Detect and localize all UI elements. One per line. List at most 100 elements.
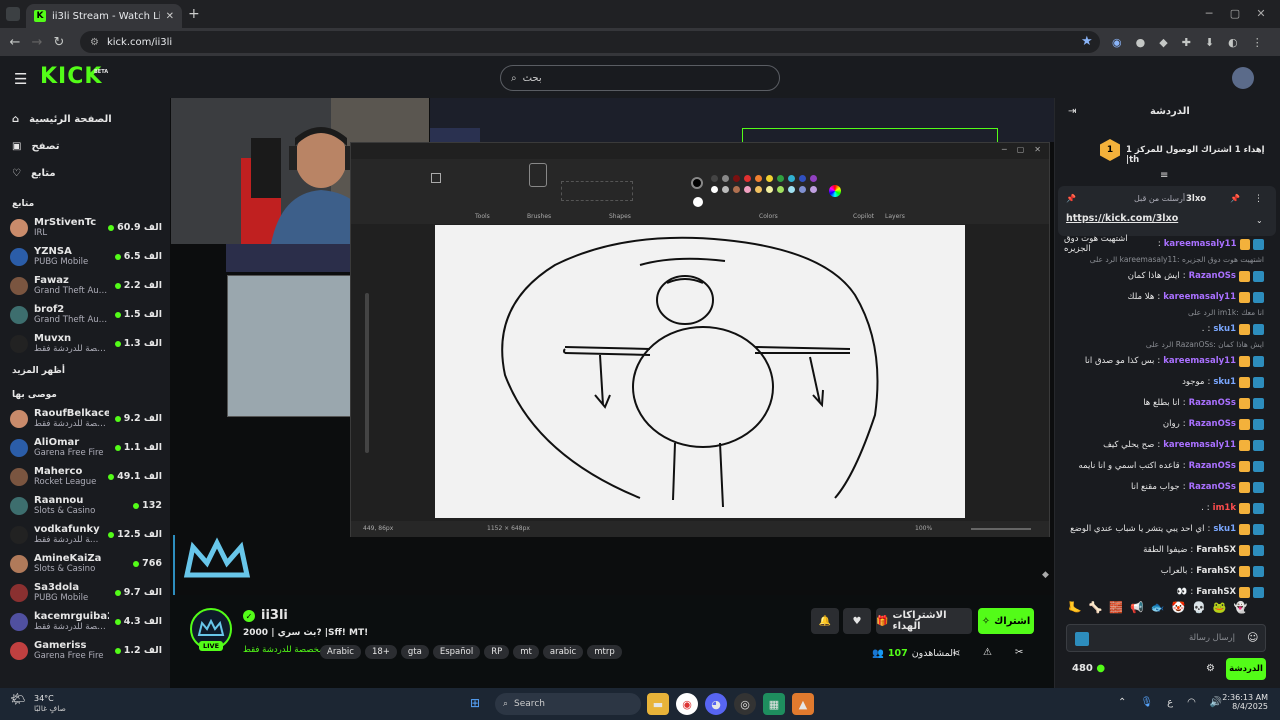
microphone-icon[interactable]: 🎙 xyxy=(1140,697,1153,708)
emote-icon[interactable]: 🤡 xyxy=(1172,601,1186,614)
sidebar-channel[interactable]: Maherco Rocket League 49.1 الف xyxy=(0,462,170,491)
report-icon[interactable]: ⚠ xyxy=(983,647,992,658)
pinned-link[interactable]: https://kick.com/3lxo xyxy=(1066,213,1178,224)
chat-message[interactable]: انا بطلع ها: RazanOSs xyxy=(1064,393,1264,413)
chat-username[interactable]: FarahSX xyxy=(1196,587,1236,597)
tab-search-icon[interactable] xyxy=(6,7,20,21)
stream-tag[interactable]: Español xyxy=(432,645,481,659)
sidebar-channel[interactable]: RaoufBelkacemiمخصصة للدردشة فقط 9.2 الف xyxy=(0,404,170,433)
chat-username[interactable]: im1k xyxy=(1213,503,1236,513)
hamburger-menu-icon[interactable]: ☰ xyxy=(14,70,27,88)
collapse-chat-icon[interactable]: ⇥ xyxy=(1068,106,1076,117)
chat-username[interactable]: RazanOSs xyxy=(1189,461,1236,471)
chat-settings-icon[interactable]: ⚙ xyxy=(1206,663,1215,674)
back-icon[interactable]: ← xyxy=(4,31,26,53)
taskbar-search[interactable]: ⌕ Search xyxy=(495,693,641,715)
emote-icon[interactable]: 💀 xyxy=(1192,601,1206,614)
stream-tag[interactable]: arabic xyxy=(542,645,584,659)
follow-heart-button[interactable]: ♥ xyxy=(843,608,871,634)
sidebar-channel[interactable]: vodkafunkyمخصصة للدردشة فقط 12.5 الف xyxy=(0,520,170,549)
subscribe-button[interactable]: ✧ اشتراك xyxy=(978,608,1034,634)
reload-icon[interactable]: ↻ xyxy=(48,31,70,53)
wifi-icon[interactable]: ◠ xyxy=(1187,697,1196,708)
sidebar-channel[interactable]: kacemrguiba213مخصصة للدردشة فقط 4.3 الف xyxy=(0,607,170,636)
extension-icon[interactable]: ● xyxy=(1136,36,1146,49)
chat-username[interactable]: kareemasaly11 xyxy=(1163,292,1236,302)
chrome-icon[interactable]: ◉ xyxy=(676,693,698,715)
notification-bell-button[interactable]: 🔔 xyxy=(811,608,839,634)
forward-icon[interactable]: → xyxy=(26,31,48,53)
chat-message[interactable]: موجود: sku1 xyxy=(1064,372,1264,392)
stream-category[interactable]: مخصصة للدردشة فقط xyxy=(243,645,324,655)
chat-input[interactable]: إرسال رسالة ☺ xyxy=(1066,624,1266,652)
show-more-link[interactable]: أظهر المزيد xyxy=(0,358,170,380)
extension-icon[interactable]: ◆ xyxy=(1159,36,1167,49)
chat-message[interactable]: ايش هاذا كمان: RazanOSs xyxy=(1064,266,1264,286)
clip-icon[interactable]: ✂ xyxy=(1015,647,1023,658)
chat-username[interactable]: sku1 xyxy=(1213,524,1236,534)
stream-tag[interactable]: gta xyxy=(400,645,429,659)
chat-username[interactable]: kareemasaly11 xyxy=(1164,239,1237,249)
more-options-icon[interactable]: ⋮ xyxy=(1254,194,1263,204)
input-language[interactable]: ع xyxy=(1167,697,1173,708)
nav-browse[interactable]: ▣ تصفح xyxy=(0,133,170,160)
emote-icon[interactable]: 🦶 xyxy=(1068,601,1082,614)
chat-message[interactable]: 👀: FarahSX xyxy=(1064,582,1264,602)
chat-username[interactable]: FarahSX xyxy=(1196,545,1236,555)
close-window-icon[interactable]: ✕ xyxy=(1248,7,1274,20)
sidebar-channel[interactable]: YZNSA PUBG Mobile 6.5 الف xyxy=(0,242,170,271)
nav-following[interactable]: ♡ متابع xyxy=(0,160,170,187)
stream-tag[interactable]: mtrp xyxy=(587,645,622,659)
sidebar-channel[interactable]: AmineKaiZa Slots & Casino 766 xyxy=(0,549,170,578)
obs-icon[interactable]: ◎ xyxy=(734,693,756,715)
channel-points[interactable]: 480 ● xyxy=(1072,663,1105,674)
chat-username[interactable]: kareemasaly11 xyxy=(1163,356,1236,366)
chat-message[interactable]: اشتهيت هوت دوق الجزيره: kareemasaly11 xyxy=(1064,234,1264,254)
share-icon[interactable]: ⋖ xyxy=(952,648,960,659)
pinned-user[interactable]: 3lxo xyxy=(1186,194,1206,204)
emote-icon[interactable]: 🦴 xyxy=(1089,601,1103,614)
sidebar-channel[interactable]: Sa3dola PUBG Mobile 9.7 الف xyxy=(0,578,170,607)
chat-message[interactable]: اي احد يبي يتشر يا شباب عندي الوضع: sku1 xyxy=(1064,519,1264,539)
file-explorer-icon[interactable]: ▬ xyxy=(647,693,669,715)
url-field[interactable]: ⚙ kick.com/ii3li xyxy=(80,31,1100,53)
windows-start-icon[interactable]: ⊞ xyxy=(470,696,480,710)
chat-username[interactable]: sku1 xyxy=(1213,324,1236,334)
maximize-icon[interactable]: ▢ xyxy=(1222,7,1248,20)
sidebar-channel[interactable]: Muvxn مخصصة للدردشة فقط 1.3 الف xyxy=(0,329,170,358)
discord-icon[interactable]: ◕ xyxy=(705,693,727,715)
chat-message[interactable]: .: sku1 xyxy=(1064,319,1264,339)
nav-home[interactable]: ⌂ الصفحة الرئيسية xyxy=(0,106,170,133)
clock[interactable]: 2:36:13 AM 8/4/2025 xyxy=(1220,693,1268,711)
sidebar-channel[interactable]: brof2Grand Theft Auto V... 1.5 الف xyxy=(0,300,170,329)
chat-message[interactable]: جواب مقنع انا: RazanOSs xyxy=(1064,477,1264,497)
chat-username[interactable]: RazanOSs xyxy=(1189,419,1236,429)
emote-icon[interactable]: 🐟 xyxy=(1151,601,1165,614)
tab-close-icon[interactable]: ✕ xyxy=(166,11,174,22)
sidebar-channel[interactable]: Gameriss Garena Free Fire 1.2 الف xyxy=(0,636,170,665)
tray-chevron-icon[interactable]: ⌃ xyxy=(1118,697,1126,708)
profile-icon[interactable]: ◐ xyxy=(1228,36,1238,49)
site-info-icon[interactable]: ⚙ xyxy=(90,37,99,48)
kick-logo[interactable]: KICK xyxy=(40,64,102,89)
stream-tag[interactable]: 18+ xyxy=(364,645,397,659)
channel-name[interactable]: ii3li xyxy=(261,608,288,623)
browser-tab[interactable]: K ii3li Stream - Watch Live on Kick ✕ xyxy=(26,4,182,28)
chat-username[interactable]: FarahSX xyxy=(1196,566,1236,576)
emote-icon[interactable]: 👻 xyxy=(1234,601,1248,614)
chat-message[interactable]: ضيفوا الطقة: FarahSX xyxy=(1064,540,1264,560)
stream-tag[interactable]: Arabic xyxy=(320,645,361,659)
send-chat-button[interactable]: الدردشة xyxy=(1226,658,1266,680)
chat-username[interactable]: RazanOSs xyxy=(1189,482,1236,492)
user-avatar[interactable] xyxy=(1232,67,1254,89)
sidebar-channel[interactable]: Raannou Slots & Casino 132 xyxy=(0,491,170,520)
minimize-icon[interactable]: ─ xyxy=(1196,7,1222,20)
chat-username[interactable]: sku1 xyxy=(1213,377,1236,387)
emoji-picker-icon[interactable]: ☺ xyxy=(1247,631,1258,644)
download-icon[interactable]: ⬇ xyxy=(1205,36,1214,49)
chat-message[interactable]: .: im1k xyxy=(1064,498,1264,518)
emote-icon[interactable]: 📢 xyxy=(1130,601,1144,614)
sidebar-channel[interactable]: FawazGrand Theft Auto V... 2.2 الف xyxy=(0,271,170,300)
chat-username[interactable]: kareemasaly11 xyxy=(1163,440,1236,450)
pin-toggle-icon[interactable]: 📌 xyxy=(1230,194,1240,203)
